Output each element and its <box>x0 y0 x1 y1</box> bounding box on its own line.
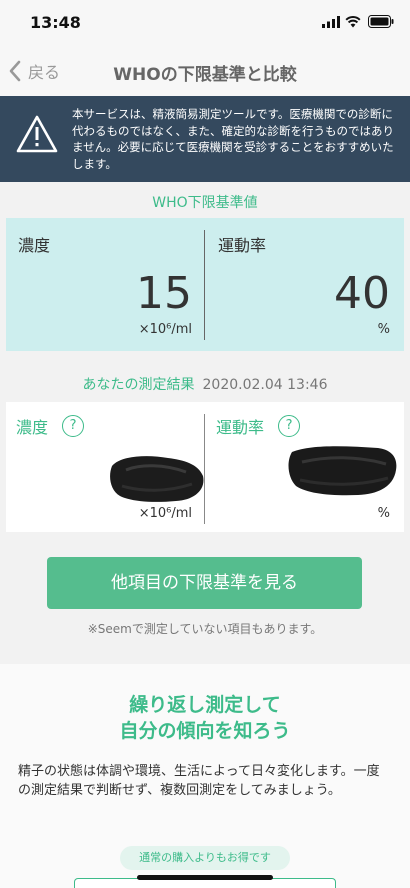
wifi-icon <box>345 15 361 28</box>
view-other-criteria-button[interactable]: 他項目の下限基準を見る <box>47 557 362 609</box>
result-date: 2020.02.04 13:46 <box>202 377 328 393</box>
result-motility-unit: % <box>377 506 390 521</box>
who-motility-label: 運動率 <box>218 236 267 255</box>
result-concentration-label: 濃度 <box>16 418 49 437</box>
home-indicator <box>137 875 273 880</box>
result-header: あなたの測定結果 2020.02.04 13:46 <box>0 374 410 394</box>
who-concentration-label: 濃度 <box>18 236 51 255</box>
result-label: あなたの測定結果 <box>82 377 195 393</box>
battery-icon <box>368 15 394 28</box>
who-criteria-panel: 濃度 15 ×10⁶/ml 運動率 40 % <box>6 218 404 351</box>
status-bar: 13:48 <box>0 0 410 44</box>
disclaimer-banner: 本サービスは、精液簡易測定ツールです。医療機関での診断に代わるものではなく、また… <box>0 96 410 182</box>
who-motility-value: 40 <box>334 268 390 319</box>
promo-heading: 繰り返し測定して 自分の傾向を知ろう <box>0 692 410 744</box>
who-concentration-value: 15 <box>136 268 192 319</box>
warning-icon <box>16 115 58 153</box>
who-divider <box>204 230 205 340</box>
status-time: 13:48 <box>30 13 81 32</box>
who-motility-unit: % <box>377 322 390 337</box>
result-concentration-unit: ×10⁶/ml <box>138 506 192 521</box>
result-divider <box>204 414 205 524</box>
promo-section: 繰り返し測定して 自分の傾向を知ろう 精子の状態は体調や環境、生活によって日々変… <box>0 664 410 888</box>
result-motility-header: 運動率 ? <box>216 414 301 438</box>
redacted-concentration-value <box>110 456 204 502</box>
help-icon[interactable]: ? <box>278 415 301 437</box>
signal-icon <box>322 16 340 28</box>
redacted-motility-value <box>288 446 397 496</box>
promo-badge: 通常の購入よりもお得です <box>120 846 290 870</box>
help-icon[interactable]: ? <box>62 415 85 437</box>
result-concentration-header: 濃度 ? <box>16 414 85 438</box>
promo-body: 精子の状態は体調や環境、生活によって日々変化します。一度の測定結果で判断せず、複… <box>18 764 380 798</box>
who-concentration-unit: ×10⁶/ml <box>138 322 192 337</box>
page-title: WHOの下限基準と比較 <box>113 65 297 85</box>
nav-bar: 戻る WHOの下限基準と比較 <box>0 44 410 96</box>
disclaimer-text: 本サービスは、精液簡易測定ツールです。医療機関での診断に代わるものではなく、また… <box>72 107 394 171</box>
result-motility-label: 運動率 <box>216 418 265 437</box>
result-panel: 濃度 ? ×10⁶/ml 運動率 ? % <box>6 402 404 532</box>
promo-heading-line-2: 自分の傾向を知ろう <box>119 720 291 742</box>
promo-heading-line-1: 繰り返し測定して <box>129 694 281 716</box>
who-section-label: WHO下限基準値 <box>152 195 258 211</box>
footnote: ※Seemで測定していない項目もあります。 <box>87 622 323 636</box>
